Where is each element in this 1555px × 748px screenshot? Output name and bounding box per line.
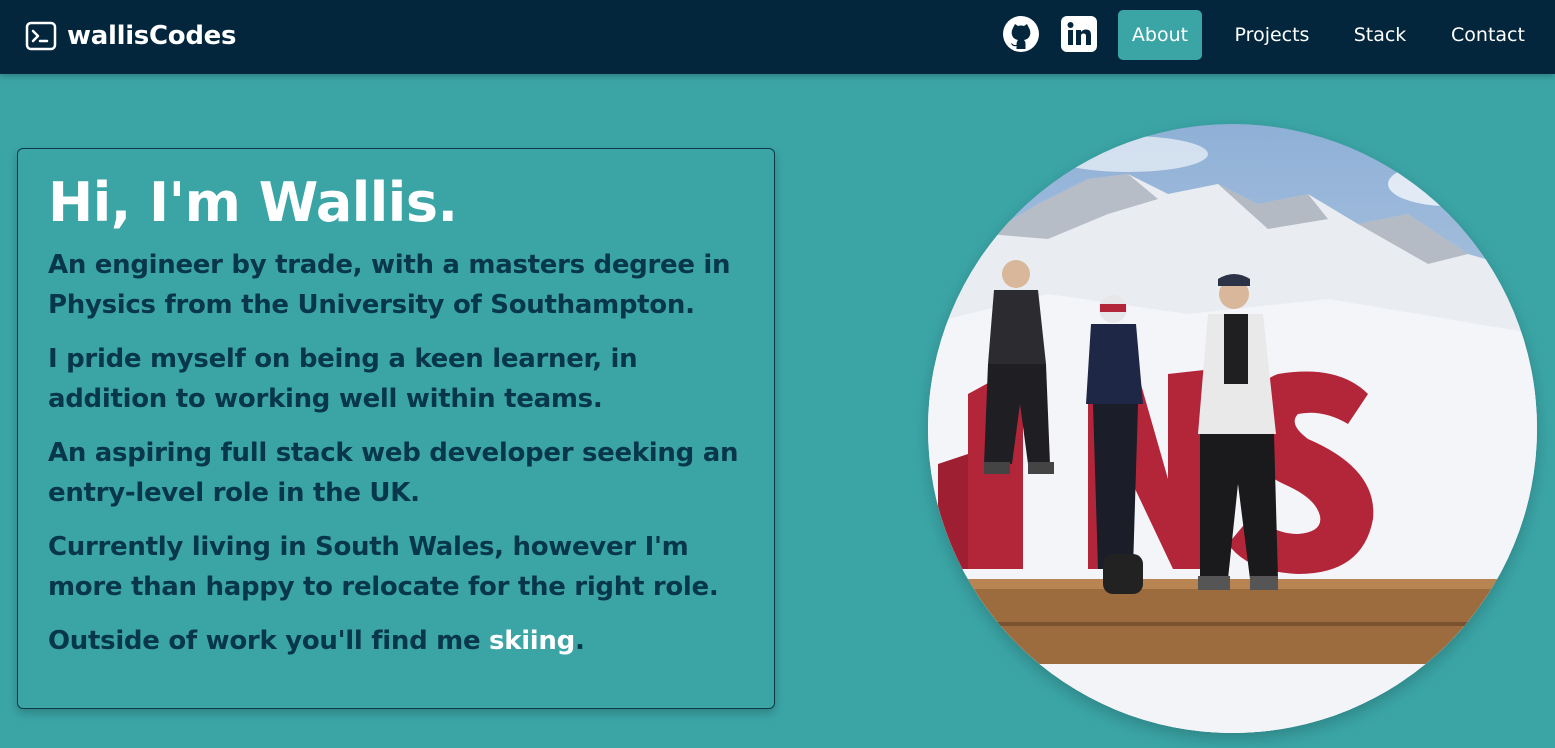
linkedin-link[interactable] [1059,14,1099,54]
hobby-text: Outside of work you'll find me [48,626,490,656]
intro-title: Hi, I'm Wallis. [48,171,458,234]
intro-paragraph-hobby: Outside of work you'll find me skiing. [48,621,744,661]
nav-projects[interactable]: Projects [1224,10,1320,60]
intro-paragraph-location: Currently living in South Wales, however… [48,532,719,602]
nav-about[interactable]: About [1118,10,1202,60]
navbar: wallisCodes About Projects Stack Contact [0,0,1555,74]
terminal-icon [25,21,57,51]
ski-photo-illustration [928,124,1537,733]
intro-paragraph-learner: I pride myself on being a keen learner, … [48,344,638,414]
intro-card: Hi, I'm Wallis. An engineer by trade, wi… [17,148,775,709]
profile-photo [928,124,1537,733]
brand-logo[interactable]: wallisCodes [25,18,236,54]
github-icon [1003,16,1039,52]
hobby-end: . [574,626,585,656]
nav-stack[interactable]: Stack [1344,10,1416,60]
linkedin-icon [1061,16,1097,52]
intro-paragraph-education: An engineer by trade, with a masters deg… [48,250,731,320]
github-link[interactable] [1001,14,1041,54]
skiing-link[interactable]: skiing [489,626,575,656]
nav-contact[interactable]: Contact [1440,10,1536,60]
intro-paragraph-career: An aspiring full stack web developer see… [48,438,739,508]
brand-name: wallisCodes [67,21,237,51]
